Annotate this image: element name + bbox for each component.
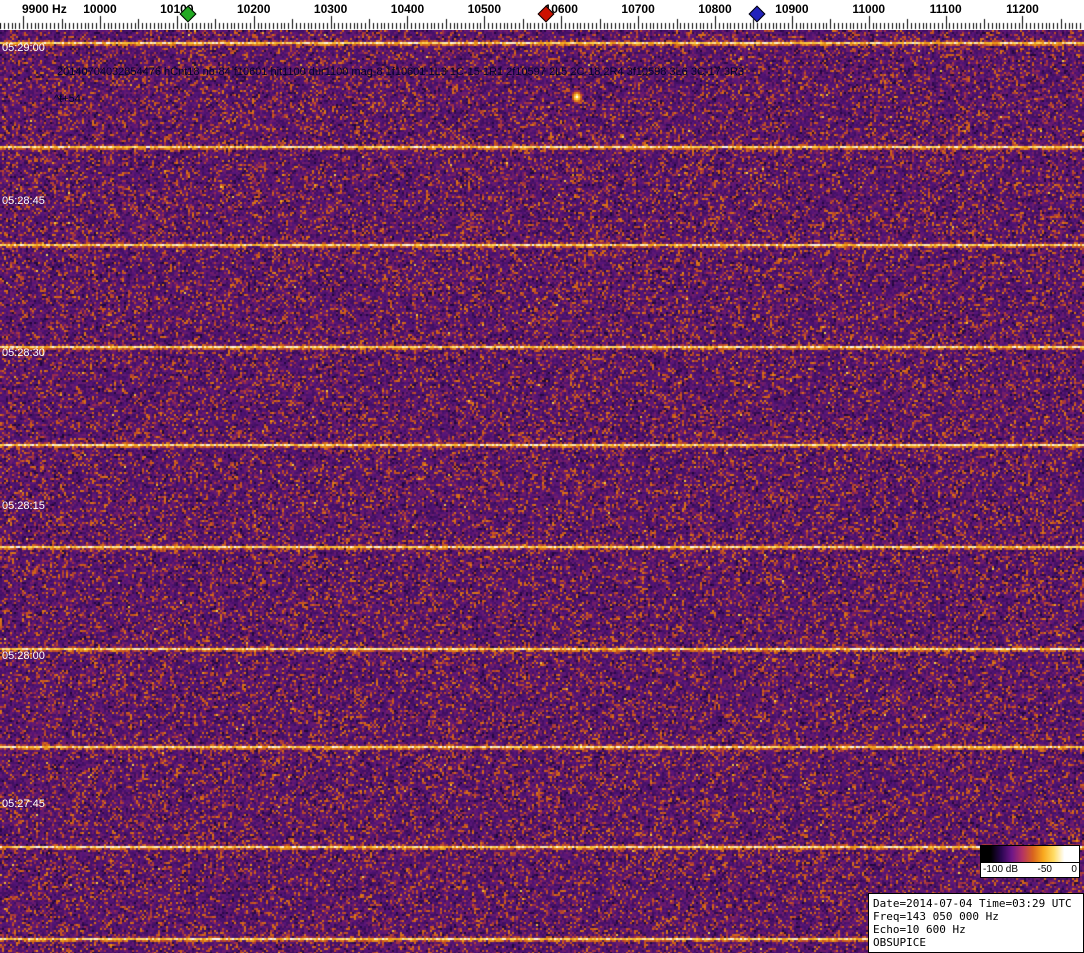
observation-info-box: Date=2014-07-04 Time=03:29 UTC Freq=143 … <box>868 893 1084 953</box>
waterfall-display: 9900 Hz 10000 10100 10200 10300 10400 10500 106… <box>0 0 1084 953</box>
freq-tick-label: 11100 <box>930 2 962 16</box>
time-mark-annotation: ^t+54 <box>54 93 81 105</box>
info-date-time: Date=2014-07-04 Time=03:29 UTC <box>873 897 1079 910</box>
freq-tick-label: 10900 <box>775 2 808 16</box>
freq-tick-label: 10700 <box>621 2 654 16</box>
detection-annotation: 20140704032854476 hCnt18 nb-84 f10601 hi… <box>57 66 744 78</box>
info-echo-frequency: Echo=10 600 Hz <box>873 923 1079 936</box>
freq-tick-label: 11200 <box>1006 2 1039 16</box>
freq-tick-label: 11000 <box>852 2 885 16</box>
freq-tick-label: 10200 <box>237 2 270 16</box>
colorbar-min-label: -100 dB <box>983 864 1018 875</box>
intensity-colorbar: -100 dB -50 0 <box>980 845 1080 878</box>
freq-tick-label: 10300 <box>314 2 347 16</box>
spectrogram-canvas <box>0 30 1084 953</box>
colorbar-gradient <box>981 846 1079 863</box>
frequency-scale: 9900 Hz 10000 10100 10200 10300 10400 10500 106… <box>0 0 1084 30</box>
freq-tick-label: 10500 <box>468 2 501 16</box>
colorbar-labels: -100 dB -50 0 <box>981 863 1079 877</box>
freq-tick-label: 10400 <box>391 2 424 16</box>
freq-tick-label: 10800 <box>698 2 731 16</box>
info-station-name: OBSUPICE <box>873 936 1079 949</box>
freq-tick-label: 9900 Hz <box>22 2 67 16</box>
colorbar-mid-label: -50 <box>1038 864 1052 875</box>
info-frequency: Freq=143 050 000 Hz <box>873 910 1079 923</box>
freq-tick-label: 10000 <box>83 2 116 16</box>
colorbar-max-label: 0 <box>1071 864 1077 875</box>
